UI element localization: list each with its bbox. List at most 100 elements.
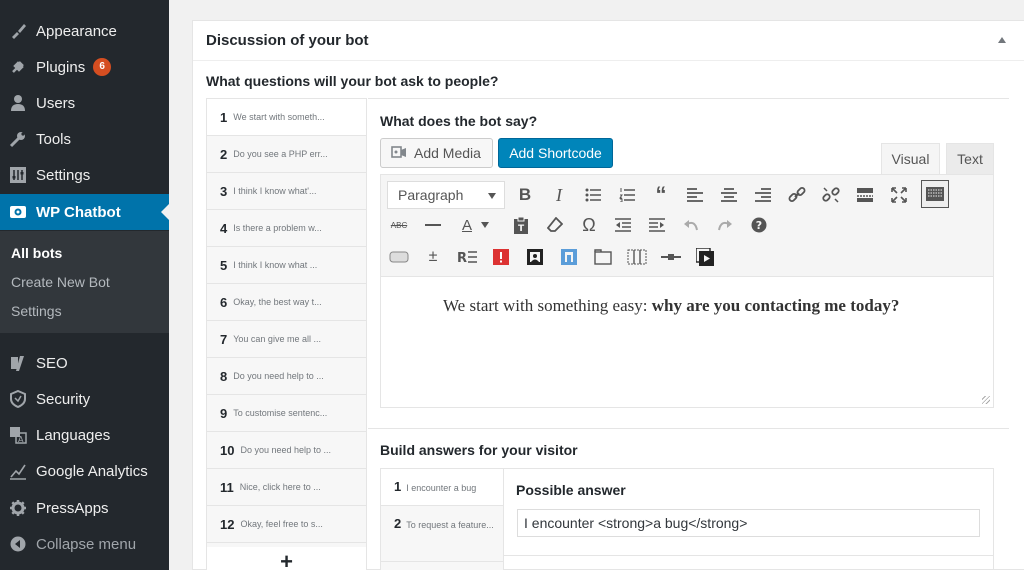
text-color-dropdown-icon[interactable] <box>479 213 491 237</box>
question-item[interactable]: 1 We start with someth... <box>207 99 366 136</box>
input-field-icon[interactable] <box>387 245 411 269</box>
answer-item[interactable]: 1 I encounter a bug <box>381 469 503 506</box>
undo-icon[interactable] <box>679 213 703 237</box>
blockquote-icon[interactable]: “ <box>649 182 673 207</box>
submenu-settings[interactable]: Settings <box>11 303 62 319</box>
tab-visual[interactable]: Visual <box>881 143 940 174</box>
question-item[interactable]: 7 You can give me all ... <box>207 321 366 358</box>
special-character-icon[interactable]: Ω <box>577 213 601 237</box>
divider-icon[interactable] <box>659 245 683 269</box>
add-question-button[interactable]: + <box>207 547 366 570</box>
editor-content[interactable]: We start with something easy: why are yo… <box>443 293 923 319</box>
indent-icon[interactable] <box>645 213 669 237</box>
question-item[interactable]: 10 Do you need help to ... <box>207 432 366 469</box>
menu-label: Settings <box>36 166 91 184</box>
resize-handle-icon[interactable] <box>982 396 990 404</box>
italic-icon[interactable]: I <box>547 183 571 207</box>
menu-wp-chatbot[interactable]: WP Chatbot <box>0 194 169 230</box>
question-text: Nice, click here to ... <box>239 482 321 492</box>
toolbar-toggle-icon[interactable] <box>921 180 949 208</box>
divider <box>504 555 994 556</box>
question-number: 4 <box>220 220 228 236</box>
answers-builder: Build answers for your visitor 1 I encoun… <box>368 428 1009 570</box>
format-select-value: Paragraph <box>398 187 464 203</box>
tab-text[interactable]: Text <box>946 143 994 174</box>
collapse-panel-icon[interactable] <box>998 37 1006 43</box>
video-icon[interactable] <box>693 245 717 269</box>
clear-formatting-icon[interactable] <box>543 213 567 237</box>
box-icon[interactable] <box>557 245 581 269</box>
menu-tools[interactable]: Tools <box>0 121 169 157</box>
menu-seo[interactable]: SEO <box>0 345 169 381</box>
collapse-menu-button[interactable]: Collapse menu <box>0 526 169 562</box>
align-center-icon[interactable] <box>717 183 741 207</box>
align-right-icon[interactable] <box>751 183 775 207</box>
image-box-icon[interactable] <box>523 245 547 269</box>
chevron-down-icon <box>488 193 496 199</box>
submenu-create-new-bot[interactable]: Create New Bot <box>11 274 110 290</box>
text-justify-icon[interactable]: R <box>455 245 479 269</box>
add-shortcode-button[interactable]: Add Shortcode <box>498 138 613 168</box>
question-item[interactable]: 6 Okay, the best way t... <box>207 284 366 321</box>
question-number: 7 <box>220 331 228 347</box>
question-number: 12 <box>220 516 235 532</box>
plus-minus-icon[interactable]: ± <box>421 245 445 269</box>
question-item[interactable]: 5 I think I know what ... <box>207 247 366 284</box>
question-number: 1 <box>220 109 228 125</box>
question-number: 6 <box>220 294 228 310</box>
question-number: 3 <box>220 183 228 199</box>
read-more-icon[interactable] <box>853 183 877 207</box>
outdent-icon[interactable] <box>611 213 635 237</box>
question-item[interactable]: 8 Do you need help to ... <box>207 358 366 395</box>
bullet-list-icon[interactable] <box>581 183 605 207</box>
columns-icon[interactable] <box>625 245 649 269</box>
question-text: To customise sentenc... <box>233 408 328 418</box>
possible-answer-input[interactable] <box>517 509 980 537</box>
question-text: I think I know what ... <box>233 260 318 270</box>
menu-plugins[interactable]: Plugins 6 <box>0 49 169 85</box>
content-plain-text: We start with something easy: <box>443 296 652 315</box>
menu-languages[interactable]: A Languages <box>0 417 169 453</box>
fullscreen-icon[interactable] <box>887 183 911 207</box>
help-icon[interactable]: ? <box>747 213 771 237</box>
menu-pressapps[interactable]: PressApps <box>0 490 169 526</box>
question-item[interactable]: 4 Is there a problem w... <box>207 210 366 247</box>
editor-toolbar: Paragraph B I “ ABC A T Ω ? ± R <box>381 175 993 277</box>
menu-appearance[interactable]: Appearance <box>0 13 169 49</box>
add-media-label: Add Media <box>414 145 481 161</box>
strikethrough-icon[interactable]: ABC <box>387 213 411 237</box>
submenu-all-bots[interactable]: All bots <box>11 245 62 261</box>
paste-text-icon[interactable]: T <box>509 213 533 237</box>
tabs-icon[interactable] <box>591 245 615 269</box>
question-item[interactable]: 9 To customise sentenc... <box>207 395 366 432</box>
horizontal-line-icon[interactable] <box>421 213 445 237</box>
unlink-icon[interactable] <box>819 183 843 207</box>
align-left-icon[interactable] <box>683 183 707 207</box>
format-select[interactable]: Paragraph <box>387 181 505 209</box>
menu-users[interactable]: Users <box>0 85 169 121</box>
menu-security[interactable]: Security <box>0 381 169 417</box>
answer-text: I encounter a bug <box>406 483 477 493</box>
question-text: Do you need help to ... <box>233 371 324 381</box>
answer-item[interactable]: 2 To request a feature... <box>381 506 503 562</box>
question-item[interactable]: 2 Do you see a PHP err... <box>207 136 366 173</box>
text-color-icon[interactable]: A <box>455 213 479 237</box>
menu-settings[interactable]: Settings <box>0 157 169 193</box>
add-media-button[interactable]: Add Media <box>380 138 493 168</box>
collapse-arrow-icon <box>0 535 36 553</box>
user-icon <box>0 94 36 112</box>
question-item[interactable]: 12 Okay, feel free to s... <box>207 506 366 543</box>
bold-icon[interactable]: B <box>513 183 537 207</box>
question-item[interactable]: 11 Nice, click here to ... <box>207 469 366 506</box>
question-text: I think I know what'... <box>233 186 317 196</box>
numbered-list-icon[interactable] <box>615 183 639 207</box>
redo-icon[interactable] <box>713 213 737 237</box>
alert-icon[interactable] <box>489 245 513 269</box>
question-item[interactable]: 3 I think I know what'... <box>207 173 366 210</box>
media-icon <box>391 144 407 163</box>
link-icon[interactable] <box>785 183 809 207</box>
menu-google-analytics[interactable]: Google Analytics <box>0 453 169 489</box>
possible-answer-label: Possible answer <box>516 482 626 498</box>
yoast-icon <box>0 354 36 372</box>
admin-sidebar: Appearance Plugins 6 Users Tools Setting… <box>0 0 169 570</box>
